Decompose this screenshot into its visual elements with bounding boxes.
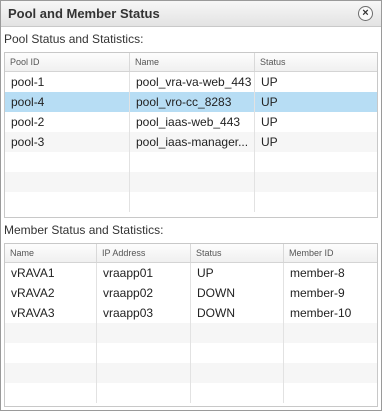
empty-cell	[130, 152, 255, 172]
pool-name-cell: pool_iaas-web_443	[130, 112, 255, 132]
pool-status-cell: UP	[261, 135, 278, 149]
empty-cell	[5, 192, 130, 212]
empty-cell	[191, 363, 284, 383]
empty-cell	[255, 172, 377, 192]
empty-cell	[284, 363, 377, 383]
empty-cell	[5, 363, 97, 383]
member-status-cell: DOWN	[191, 283, 284, 303]
column-header-member-id[interactable]: Member ID	[284, 244, 377, 262]
pool-name-cell: pool_vro-cc_8283	[130, 92, 255, 112]
member-ip-cell: vraapp02	[97, 283, 191, 303]
table-row[interactable]: pool-3 pool_iaas-manager... UP	[5, 132, 377, 152]
member-ip-cell: vraapp03	[97, 303, 191, 323]
table-row[interactable]: pool-1 pool_vra-va-web_443 UP	[5, 72, 377, 92]
member-id-cell: member-10	[290, 306, 352, 320]
column-header-name[interactable]: Name	[5, 244, 97, 262]
empty-cell	[284, 323, 377, 343]
empty-cell	[5, 172, 130, 192]
dialog-title: Pool and Member Status	[8, 6, 160, 21]
member-section-label: Member Status and Statistics:	[4, 223, 164, 237]
empty-row	[5, 343, 377, 363]
column-header-name[interactable]: Name	[130, 53, 255, 71]
empty-cell	[191, 343, 284, 363]
empty-cell	[5, 383, 97, 403]
empty-cell	[284, 343, 377, 363]
column-header-status[interactable]: Status	[255, 53, 377, 71]
empty-cell	[5, 343, 97, 363]
member-id-cell: member-8	[290, 266, 345, 280]
pool-status-cell: UP	[261, 95, 278, 109]
empty-row	[5, 323, 377, 343]
member-ip-cell: vraapp01	[97, 263, 191, 283]
empty-cell	[130, 172, 255, 192]
empty-cell	[255, 152, 377, 172]
empty-row	[5, 152, 377, 172]
member-name-cell: vRAVA1	[5, 263, 97, 283]
empty-row	[5, 192, 377, 212]
pool-section-label: Pool Status and Statistics:	[4, 32, 144, 46]
table-row[interactable]: vRAVA1 vraapp01 UP member-8	[5, 263, 377, 283]
member-name-cell: vRAVA2	[5, 283, 97, 303]
table-row[interactable]: vRAVA3 vraapp03 DOWN member-10	[5, 303, 377, 323]
pool-id-cell: pool-4	[5, 92, 130, 112]
table-row-selected[interactable]: pool-4 pool_vro-cc_8283 UP	[5, 92, 377, 112]
dialog-titlebar: Pool and Member Status ×	[1, 1, 381, 27]
pool-grid: Pool ID Name Status pool-1 pool_vra-va-w…	[4, 52, 378, 218]
pool-id-cell: pool-3	[5, 132, 130, 152]
member-grid-header: Name IP Address Status Member ID	[5, 244, 377, 263]
close-icon: ×	[362, 7, 369, 19]
empty-cell	[97, 323, 191, 343]
pool-name-cell: pool_vra-va-web_443	[130, 72, 255, 92]
empty-row	[5, 172, 377, 192]
empty-cell	[5, 152, 130, 172]
column-header-pool-id[interactable]: Pool ID	[5, 53, 130, 71]
empty-cell	[5, 323, 97, 343]
empty-row	[5, 363, 377, 383]
member-status-cell: UP	[191, 263, 284, 283]
empty-cell	[191, 323, 284, 343]
pool-status-cell: UP	[261, 115, 278, 129]
pool-name-cell: pool_iaas-manager...	[130, 132, 255, 152]
empty-cell	[97, 383, 191, 403]
close-button[interactable]: ×	[358, 6, 373, 21]
pool-id-cell: pool-1	[5, 72, 130, 92]
member-status-cell: DOWN	[191, 303, 284, 323]
table-row[interactable]: vRAVA2 vraapp02 DOWN member-9	[5, 283, 377, 303]
table-row[interactable]: pool-2 pool_iaas-web_443 UP	[5, 112, 377, 132]
empty-cell	[255, 192, 377, 212]
empty-cell	[130, 192, 255, 212]
pool-member-status-dialog: Pool and Member Status × Pool Status and…	[0, 0, 382, 411]
empty-cell	[97, 363, 191, 383]
empty-cell	[191, 383, 284, 403]
empty-row	[5, 383, 377, 403]
pool-status-cell: UP	[261, 75, 278, 89]
empty-cell	[97, 343, 191, 363]
member-grid: Name IP Address Status Member ID vRAVA1 …	[4, 243, 378, 407]
member-name-cell: vRAVA3	[5, 303, 97, 323]
column-header-status[interactable]: Status	[191, 244, 284, 262]
pool-grid-header: Pool ID Name Status	[5, 53, 377, 72]
member-id-cell: member-9	[290, 286, 345, 300]
column-header-ip-address[interactable]: IP Address	[97, 244, 191, 262]
empty-cell	[284, 383, 377, 403]
pool-id-cell: pool-2	[5, 112, 130, 132]
